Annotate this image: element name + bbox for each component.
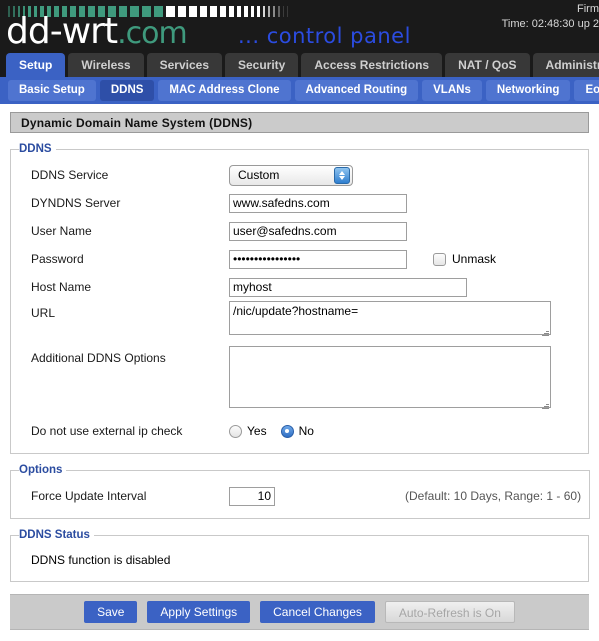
external-ip-radio-group: Yes No <box>229 424 328 438</box>
sub-tab-ddns[interactable]: DDNS <box>99 80 155 101</box>
nav-tab-label: Security <box>238 58 286 72</box>
ddns-status-legend: DDNS Status <box>19 529 90 541</box>
sub-tab-networking[interactable]: Networking <box>485 80 571 101</box>
external-ip-check-row: Do not use external ip check Yes No <box>19 417 580 445</box>
select-stepper-icon[interactable] <box>334 166 350 184</box>
force-update-interval-hint: (Default: 10 Days, Range: 1 - 60) <box>405 489 582 503</box>
nav-tab-administration[interactable]: Administration <box>532 53 599 77</box>
ddns-service-row: DDNS Service Custom <box>19 161 580 189</box>
sub-tab-basic-setup[interactable]: Basic Setup <box>8 80 96 101</box>
additional-options-label: Additional DDNS Options <box>31 351 166 365</box>
nav-tab-nat-qos[interactable]: NAT / QoS <box>445 53 530 77</box>
nav-tab-wireless[interactable]: Wireless <box>68 53 144 77</box>
external-ip-yes-option[interactable]: Yes <box>229 424 267 438</box>
nav-tab-label: Administration <box>545 58 599 72</box>
external-ip-yes-radio[interactable] <box>229 424 242 438</box>
sub-tab-label: Basic Setup <box>19 84 85 96</box>
ddns-service-label: DDNS Service <box>31 168 109 182</box>
sub-tab-label: EoI <box>585 84 599 96</box>
ddns-status-text: DDNS function is disabled <box>31 553 171 567</box>
additional-options-textarea[interactable] <box>229 346 551 408</box>
options-section: Options Force Update Interval (Default: … <box>10 464 591 519</box>
ddns-section: DDNS DDNS Service Custom DYNDNS Server U… <box>10 143 589 454</box>
nav-tab-label: Access Restrictions <box>314 58 430 72</box>
sub-tab-label: MAC Address Clone <box>169 84 280 96</box>
sub-tab-label: Networking <box>496 84 560 96</box>
sub-tab-label: Advanced Routing <box>305 84 408 96</box>
uptime-text: Time: 02:48:30 up 2 <box>501 18 599 30</box>
control-panel-tagline: ... control panel <box>238 24 411 48</box>
sub-tab-label: DDNS <box>110 84 144 96</box>
additional-options-textarea-wrap <box>229 346 551 411</box>
unmask-group: Unmask <box>433 252 496 266</box>
url-row: URL /nic/update?hostname= <box>19 301 580 338</box>
external-ip-no-label: No <box>298 424 314 438</box>
force-update-interval-label: Force Update Interval <box>31 489 147 503</box>
main-nav: Setup Wireless Services Security Access Rest… <box>0 52 599 77</box>
nav-tab-label: Setup <box>19 58 53 72</box>
password-label: Password <box>31 252 84 266</box>
options-section-legend: Options <box>19 464 63 476</box>
save-button[interactable]: Save <box>84 601 138 623</box>
ddns-status-section: DDNS Status DDNS function is disabled <box>10 529 589 582</box>
username-label: User Name <box>31 224 92 238</box>
unmask-label: Unmask <box>452 252 497 266</box>
force-update-interval-row: Force Update Interval (Default: 10 Days,… <box>19 482 581 510</box>
username-input[interactable] <box>229 221 407 241</box>
cancel-changes-button[interactable]: Cancel Changes <box>260 601 375 623</box>
sub-tab-advanced-routing[interactable]: Advanced Routing <box>294 80 419 101</box>
dd-wrt-logo: dd-wrt.com <box>6 11 188 52</box>
header-info: Firm Time: 02:48:30 up 2 <box>469 2 599 32</box>
ddns-service-select[interactable]: Custom <box>229 164 353 186</box>
ddns-service-value: Custom <box>238 167 280 182</box>
sub-nav: Basic Setup DDNS MAC Address Clone Advanced… <box>0 77 599 104</box>
dyndns-server-input[interactable] <box>229 193 407 213</box>
nav-tab-services[interactable]: Services <box>146 53 222 77</box>
firmware-text: Firm <box>577 3 599 15</box>
logo-main-text: dd-wrt <box>6 11 118 52</box>
action-bar: Save Apply Settings Cancel Changes Auto-… <box>10 594 589 630</box>
password-input[interactable] <box>229 249 407 269</box>
page-title: Dynamic Domain Name System (DDNS) <box>10 112 589 133</box>
nav-tab-setup[interactable]: Setup <box>6 53 66 77</box>
url-textarea[interactable]: /nic/update?hostname= <box>229 301 551 335</box>
unmask-checkbox[interactable] <box>433 252 446 266</box>
sub-tab-vlans[interactable]: VLANs <box>422 80 482 101</box>
nav-tab-label: NAT / QoS <box>458 58 517 72</box>
nav-tab-access-restrictions[interactable]: Access Restrictions <box>301 53 443 77</box>
ddns-status-row: DDNS function is disabled <box>19 547 580 573</box>
force-update-interval-input[interactable] <box>229 486 275 506</box>
nav-tab-label: Wireless <box>81 58 131 72</box>
auto-refresh-button[interactable]: Auto-Refresh is On <box>384 601 515 623</box>
dyndns-server-row: DYNDNS Server <box>19 189 580 217</box>
external-ip-no-option[interactable]: No <box>280 424 314 438</box>
hostname-input[interactable] <box>229 277 467 297</box>
sub-tab-mac-address-clone[interactable]: MAC Address Clone <box>158 80 291 101</box>
url-label: URL <box>31 306 56 320</box>
nav-tab-label: Services <box>159 58 209 72</box>
dyndns-server-label: DYNDNS Server <box>31 196 121 210</box>
external-ip-check-label: Do not use external ip check <box>31 424 183 438</box>
app-header: dd-wrt.com ... control panel Firm Time: … <box>0 0 599 52</box>
url-textarea-wrap: /nic/update?hostname= <box>229 301 551 338</box>
hostname-row: Host Name <box>19 273 580 301</box>
username-row: User Name <box>19 217 580 245</box>
logo-suffix-text: .com <box>117 16 188 51</box>
sub-tab-label: VLANs <box>433 84 471 96</box>
password-row: Password Unmask <box>19 245 580 273</box>
page-content: Dynamic Domain Name System (DDNS) DDNS D… <box>0 104 599 582</box>
nav-tab-security[interactable]: Security <box>225 53 299 77</box>
external-ip-no-radio[interactable] <box>280 424 294 438</box>
additional-options-row: Additional DDNS Options <box>19 346 580 411</box>
hostname-label: Host Name <box>31 280 92 294</box>
external-ip-yes-label: Yes <box>247 424 267 438</box>
ddns-section-legend: DDNS <box>19 143 52 155</box>
apply-settings-button[interactable]: Apply Settings <box>147 601 251 623</box>
sub-tab-eoi[interactable]: EoI <box>574 80 599 101</box>
